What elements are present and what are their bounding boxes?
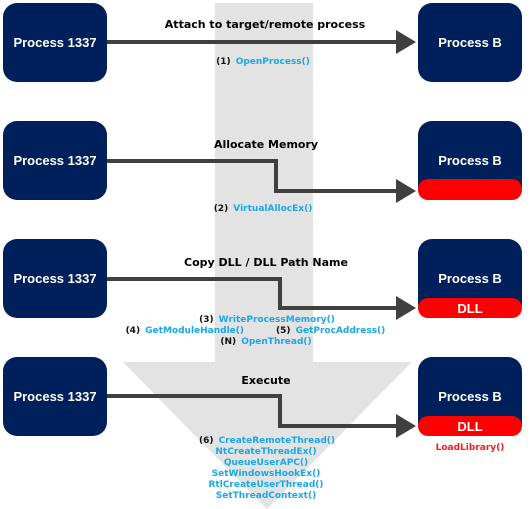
target-process-label: Process B: [438, 389, 502, 404]
allocated-memory-block: [418, 179, 522, 200]
dll-label: DLL: [457, 301, 482, 316]
api-call: RtlCreateUserThread(): [209, 480, 324, 490]
step-title: Copy DLL / DLL Path Name: [184, 256, 348, 269]
api-call: SetWindowsHookEx(): [212, 469, 321, 479]
dll-label: DLL: [457, 419, 482, 434]
step-title: Attach to target/remote process: [165, 18, 366, 31]
source-process-label: Process 1337: [13, 153, 96, 168]
source-process-label: Process 1337: [13, 271, 96, 286]
load-library-label: LoadLibrary(): [436, 443, 505, 453]
source-process-label: Process 1337: [13, 35, 96, 50]
target-process-label: Process B: [438, 35, 502, 50]
target-process-label: Process B: [438, 153, 502, 168]
api-call: NtCreateThreadEx(): [215, 447, 316, 457]
source-process-label: Process 1337: [13, 389, 96, 404]
target-process-label: Process B: [438, 271, 502, 286]
step-title: Allocate Memory: [214, 138, 318, 151]
api-call: SetThreadContext(): [216, 491, 316, 501]
dll-injection-diagram: Process 1337 Process B Attach to target/…: [3, 3, 522, 509]
step-title: Execute: [241, 374, 290, 387]
api-call: QueueUserAPC(): [224, 458, 308, 468]
